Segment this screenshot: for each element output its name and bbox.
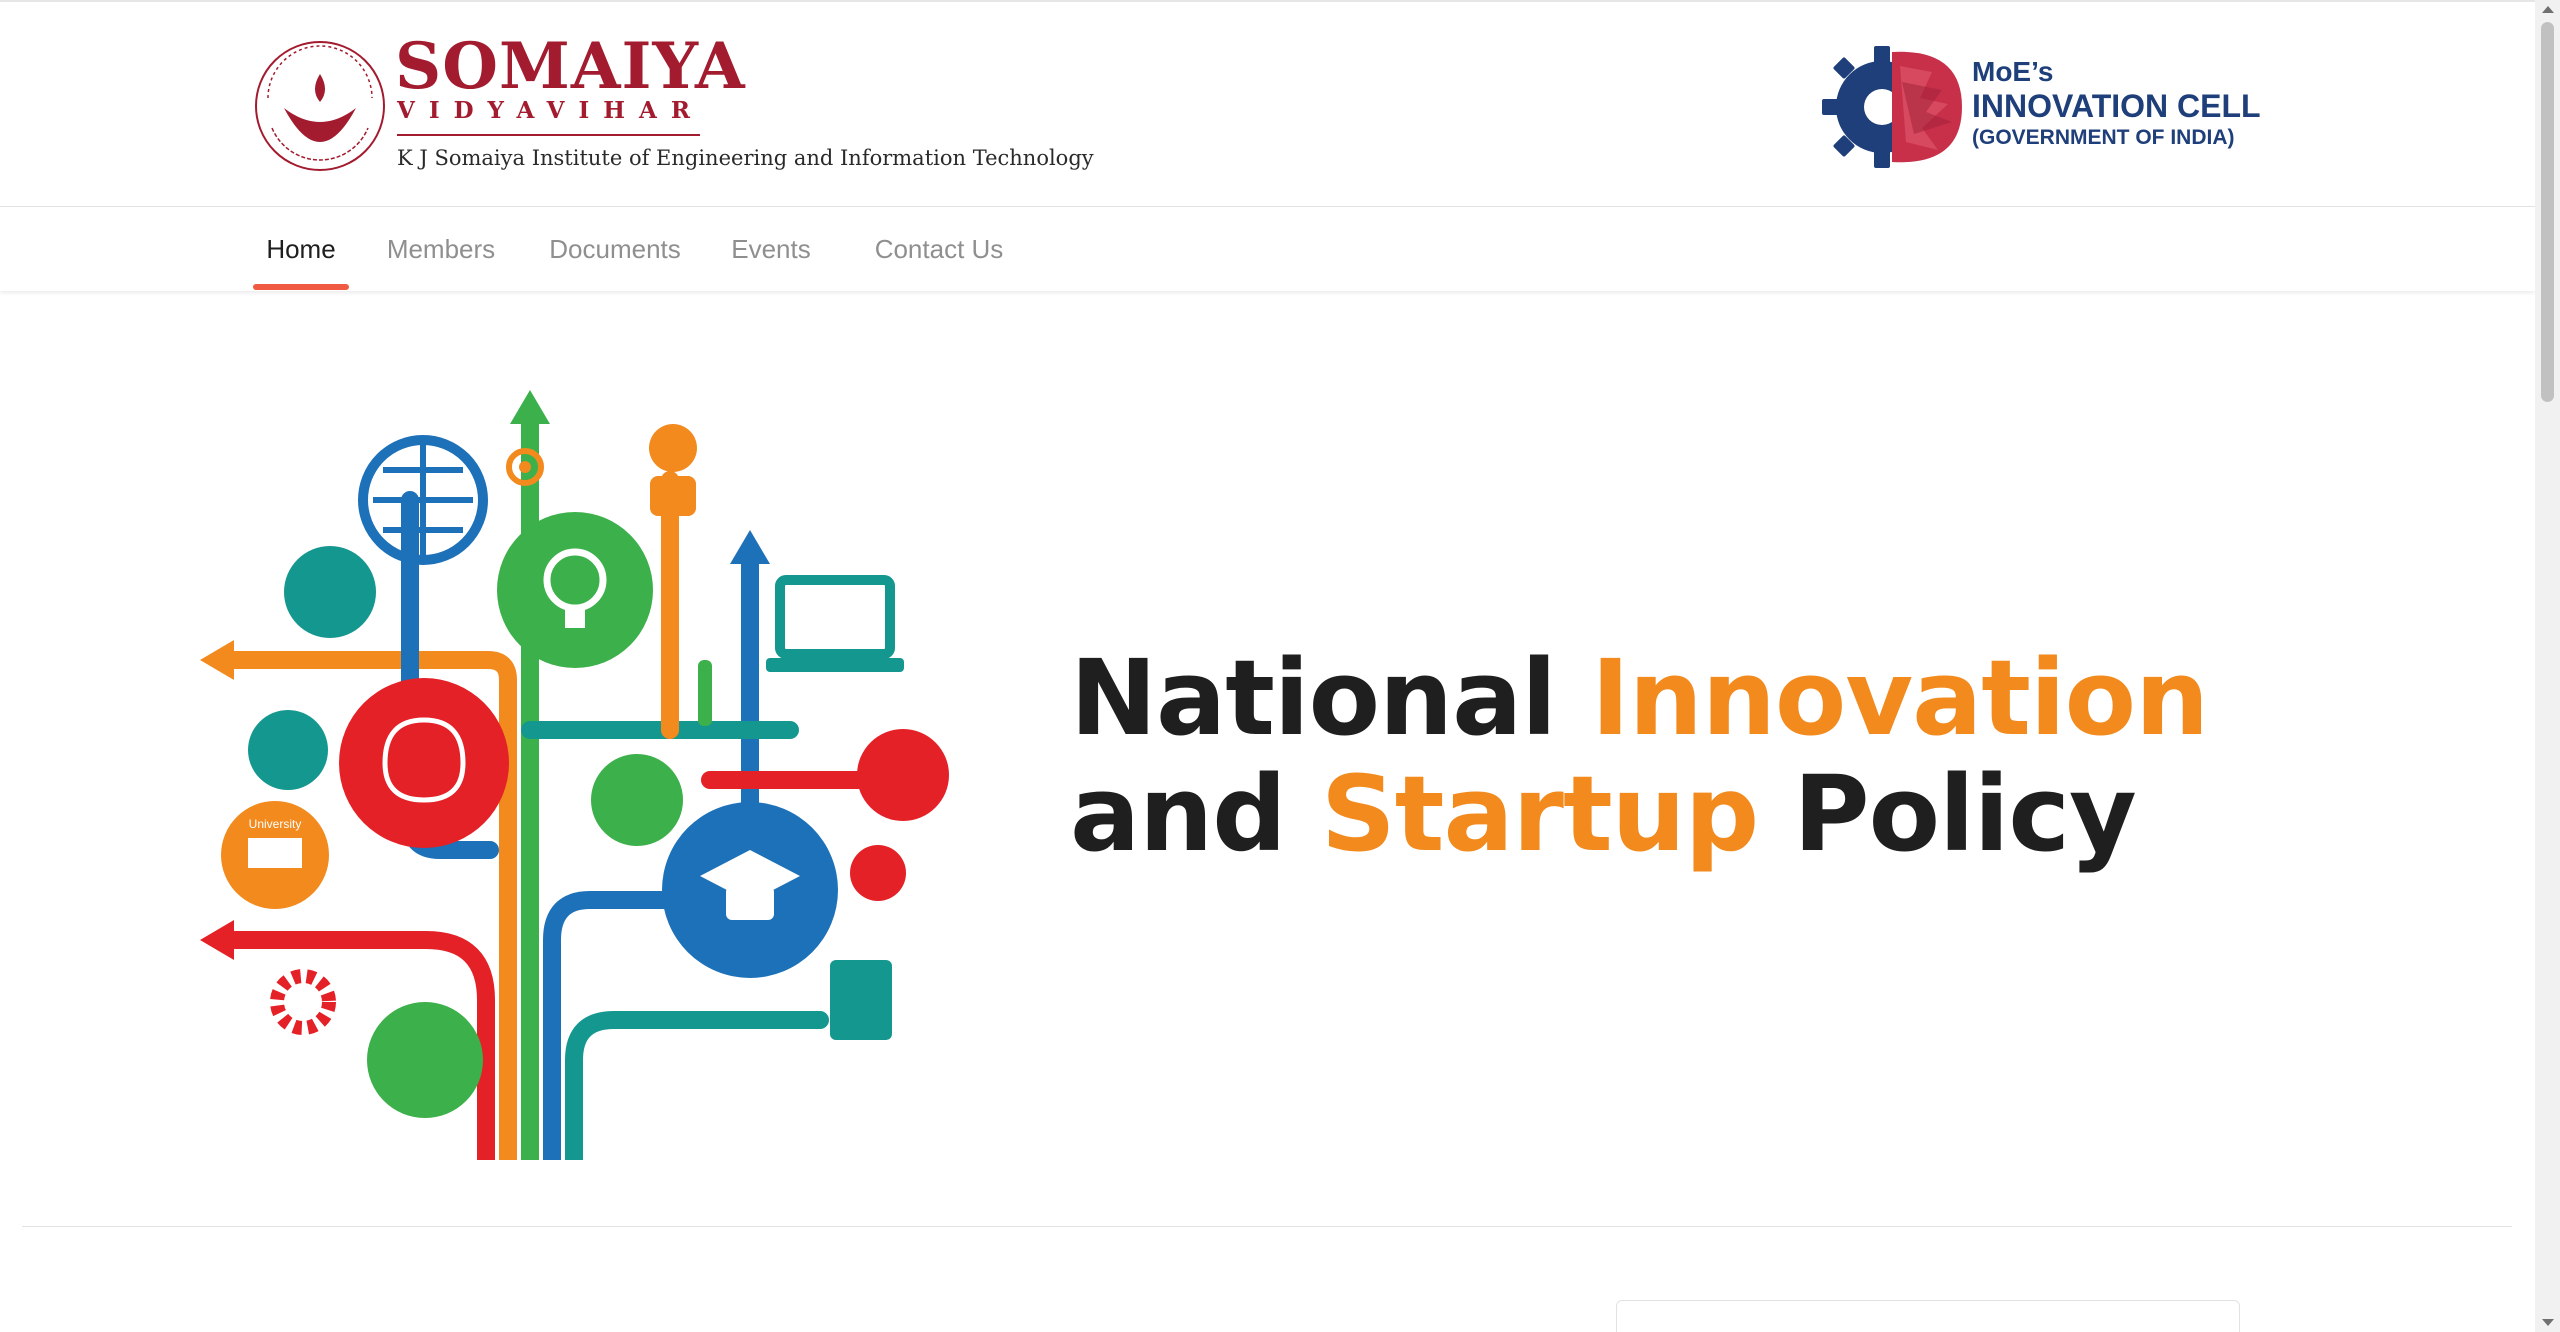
hero-title-part-1: National [1070, 637, 1592, 759]
section-divider [22, 1226, 2512, 1227]
nav-item-members[interactable]: Members [376, 207, 506, 291]
somaiya-divider [397, 134, 700, 136]
main-nav: Home Members Documents Events Contact Us [0, 207, 2535, 291]
scroll-up-arrow-icon[interactable] [2542, 6, 2554, 13]
university-label: University [249, 817, 302, 831]
hero-title-part-5: Policy [1758, 753, 2136, 875]
innovation-tree-illustration-icon: University [200, 390, 949, 1160]
hero-title-startup: Startup [1320, 753, 1759, 875]
brand-header: SOMAIYA VIDYAVIHAR K J Somaiya Institute… [0, 2, 2535, 207]
institute-name: K J Somaiya Institute of Engineering and… [397, 146, 1094, 170]
hero-title-innovation: Innovation [1591, 637, 2209, 759]
somaiya-logo-icon[interactable] [250, 36, 390, 176]
page: SOMAIYA VIDYAVIHAR K J Somaiya Institute… [0, 0, 2560, 1332]
nav-item-documents[interactable]: Documents [532, 207, 698, 291]
nav-active-indicator [253, 284, 349, 290]
hero-title-part-3: and [1070, 753, 1321, 875]
nav-item-contact-us[interactable]: Contact Us [846, 207, 1032, 291]
page-scrollbar[interactable] [2535, 0, 2560, 1332]
content-card [1616, 1300, 2240, 1332]
nav-item-home[interactable]: Home [253, 207, 349, 291]
scrollbar-thumb[interactable] [2541, 22, 2554, 402]
moe-line-2: INNOVATION CELL [1972, 88, 2261, 124]
somaiya-subtitle: VIDYAVIHAR [397, 97, 704, 124]
moe-line-1: MoE’s [1972, 56, 2054, 87]
moe-line-3: (GOVERNMENT OF INDIA) [1972, 126, 2235, 149]
hero-title: National Innovation and Startup Policy [1070, 640, 2220, 872]
nav-item-events[interactable]: Events [724, 207, 818, 291]
moe-innovation-cell-logo-icon[interactable] [1822, 42, 1968, 172]
scroll-down-arrow-icon[interactable] [2542, 1319, 2554, 1326]
somaiya-title: SOMAIYA [395, 29, 746, 104]
